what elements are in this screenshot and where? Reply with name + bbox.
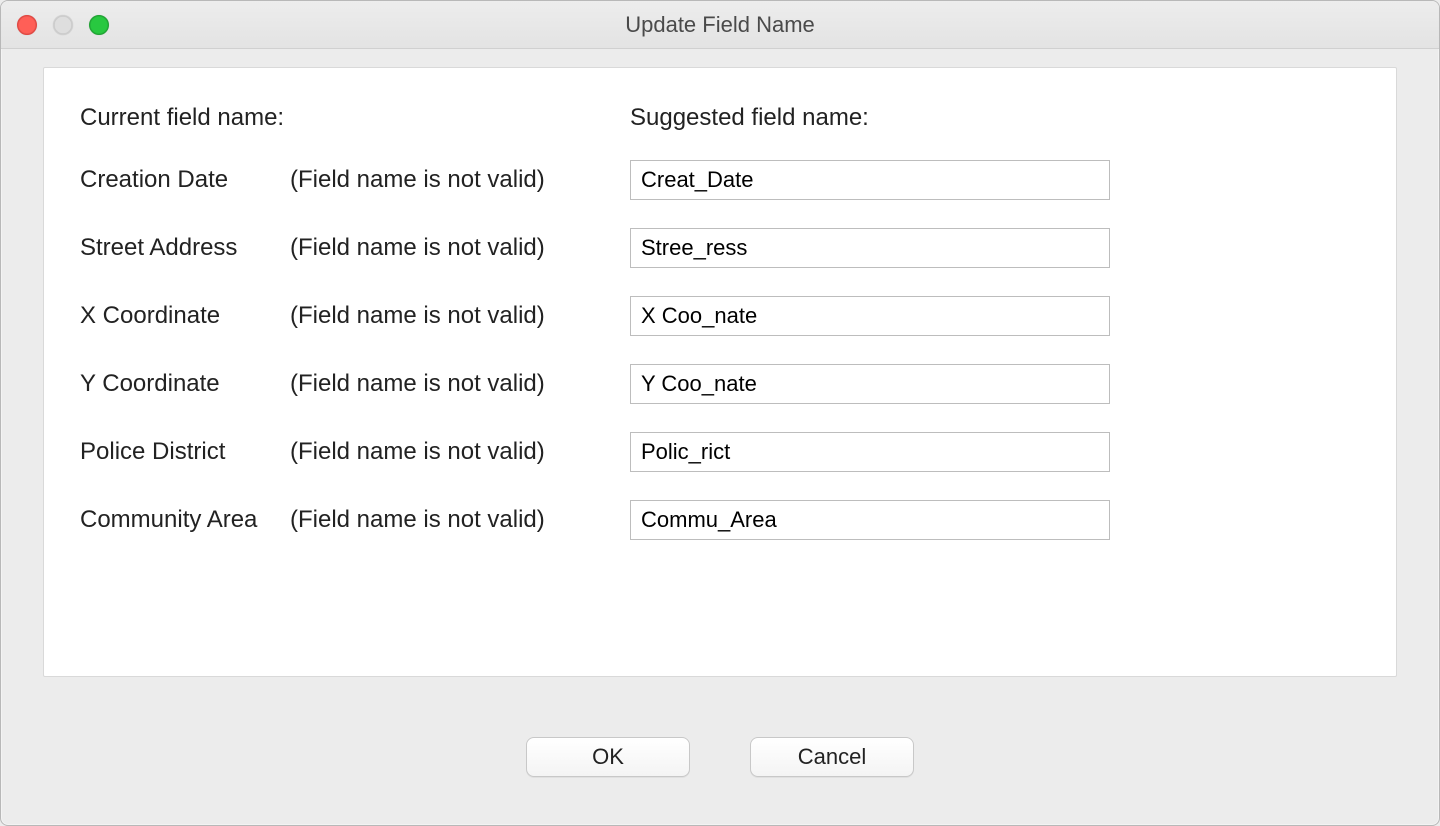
suggested-field-input[interactable] [630, 432, 1110, 472]
header-suggested: Suggested field name: [630, 104, 1110, 132]
suggested-field-input[interactable] [630, 500, 1110, 540]
button-bar: OK Cancel [1, 737, 1439, 777]
window-controls [17, 15, 109, 35]
suggested-field-input[interactable] [630, 160, 1110, 200]
validation-message: (Field name is not valid) [290, 370, 630, 398]
validation-message: (Field name is not valid) [290, 234, 630, 262]
current-field-name: Police District [80, 438, 290, 466]
titlebar: Update Field Name [1, 1, 1439, 49]
current-field-name: X Coordinate [80, 302, 290, 330]
current-field-name: Creation Date [80, 166, 290, 194]
cancel-button[interactable]: Cancel [750, 737, 914, 777]
zoom-icon[interactable] [89, 15, 109, 35]
suggested-field-input[interactable] [630, 228, 1110, 268]
current-field-name: Community Area [80, 506, 290, 534]
suggested-field-input[interactable] [630, 296, 1110, 336]
validation-message: (Field name is not valid) [290, 506, 630, 534]
window-title: Update Field Name [1, 12, 1439, 38]
content-panel: Current field name: Suggested field name… [43, 67, 1397, 677]
current-field-name: Y Coordinate [80, 370, 290, 398]
ok-button[interactable]: OK [526, 737, 690, 777]
validation-message: (Field name is not valid) [290, 438, 630, 466]
dialog-window: Update Field Name Current field name: Su… [0, 0, 1440, 826]
validation-message: (Field name is not valid) [290, 166, 630, 194]
minimize-icon [53, 15, 73, 35]
current-field-name: Street Address [80, 234, 290, 262]
suggested-field-input[interactable] [630, 364, 1110, 404]
header-current: Current field name: [80, 104, 630, 132]
validation-message: (Field name is not valid) [290, 302, 630, 330]
close-icon[interactable] [17, 15, 37, 35]
